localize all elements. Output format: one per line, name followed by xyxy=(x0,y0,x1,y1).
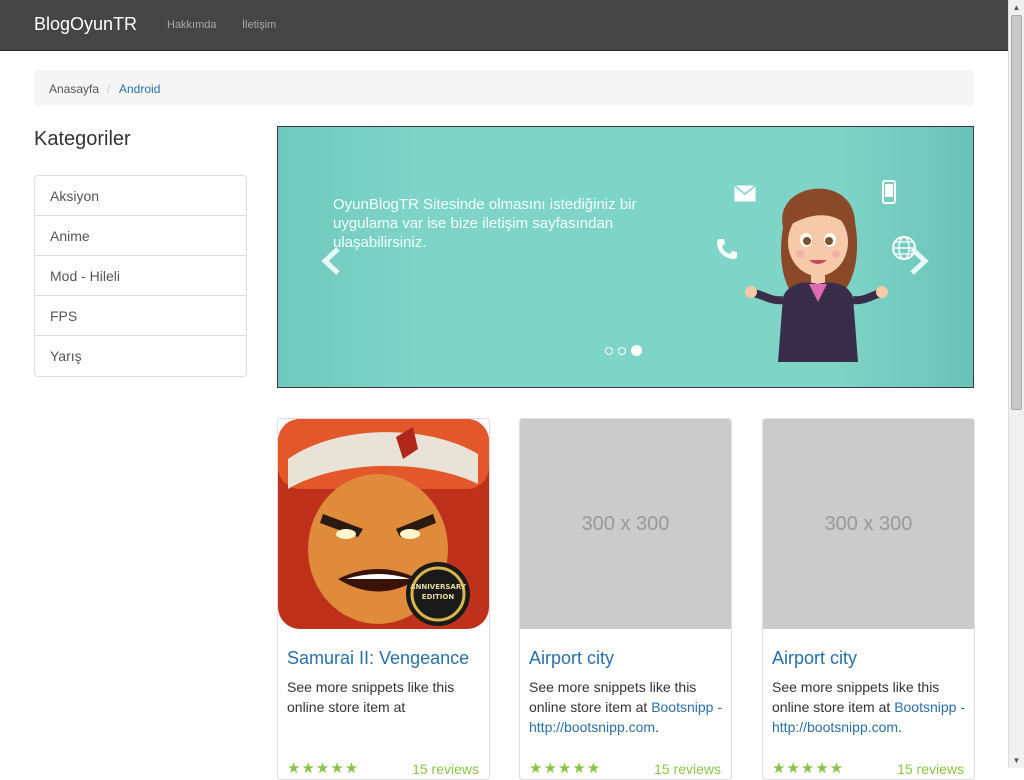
sidebar-title: Kategoriler xyxy=(34,128,131,150)
category-item-yaris[interactable]: Yarış xyxy=(35,336,246,376)
breadcrumb-home-link[interactable]: Anasayfa xyxy=(49,82,99,96)
category-item-mod-hileli[interactable]: Mod - Hileli xyxy=(35,256,246,296)
product-image[interactable]: ANNIVERSARY EDITION xyxy=(278,419,489,629)
banner-carousel[interactable]: OyunBlogTR Sitesinde olmasını istediğini… xyxy=(277,126,974,388)
product-card: 300 x 300 Airport city See more snippets… xyxy=(519,418,732,780)
brand-logo-link[interactable]: BlogOyunTR xyxy=(34,14,137,35)
phone-handset-icon xyxy=(717,239,737,259)
star-rating-icon: ★★★★★ xyxy=(529,760,602,777)
carousel-prev-icon[interactable] xyxy=(320,247,342,281)
support-woman-illustration xyxy=(745,188,888,362)
anniversary-badge-line2: EDITION xyxy=(422,593,455,601)
product-description: See more snippets like this online store… xyxy=(529,679,723,735)
star-rating-icon: ★★★★★ xyxy=(287,760,360,777)
product-image-placeholder[interactable]: 300 x 300 xyxy=(520,419,731,629)
category-item-anime[interactable]: Anime xyxy=(35,216,246,256)
scrollbar-thumb[interactable] xyxy=(1011,15,1022,410)
product-title[interactable]: Airport city xyxy=(529,648,614,669)
carousel-indicator-1[interactable] xyxy=(605,347,613,355)
nav-link-about[interactable]: Hakkımda xyxy=(167,19,217,31)
carousel-indicators xyxy=(605,342,647,360)
scroll-up-arrow-icon[interactable]: ▲ xyxy=(1011,2,1022,13)
star-rating-icon: ★★★★★ xyxy=(772,760,845,777)
product-card: ANNIVERSARY EDITION Samurai II: Vengeanc… xyxy=(277,418,490,780)
vertical-scrollbar[interactable]: ▲ ▼ xyxy=(1008,0,1024,768)
carousel-indicator-2[interactable] xyxy=(618,347,626,355)
breadcrumb-current[interactable]: Android xyxy=(119,82,160,96)
carousel-caption: OyunBlogTR Sitesinde olmasını istediğini… xyxy=(333,196,637,251)
review-count[interactable]: 15 reviews xyxy=(412,761,479,777)
carousel-next-icon[interactable] xyxy=(908,247,930,281)
category-item-fps[interactable]: FPS xyxy=(35,296,246,336)
carousel-indicator-3[interactable] xyxy=(631,345,642,356)
breadcrumb: Anasayfa / Android xyxy=(34,70,974,105)
scroll-down-arrow-icon[interactable]: ▼ xyxy=(1011,755,1022,766)
anniversary-badge-line1: ANNIVERSARY xyxy=(410,583,467,591)
breadcrumb-separator: / xyxy=(107,82,111,96)
category-item-aksiyon[interactable]: Aksiyon xyxy=(35,176,246,216)
top-navbar: BlogOyunTR Hakkımda İletişim xyxy=(0,0,1008,51)
product-desc-text: See more snippets like this online store… xyxy=(287,679,455,715)
product-image-placeholder[interactable]: 300 x 300 xyxy=(763,419,974,629)
review-count[interactable]: 15 reviews xyxy=(654,761,721,777)
samurai-game-art: ANNIVERSARY EDITION xyxy=(278,419,489,629)
product-card: 300 x 300 Airport city See more snippets… xyxy=(762,418,975,780)
nav-link-contact[interactable]: İletişim xyxy=(242,19,276,31)
product-title[interactable]: Airport city xyxy=(772,648,857,669)
product-description: See more snippets like this online store… xyxy=(287,677,482,717)
review-count[interactable]: 15 reviews xyxy=(897,761,964,777)
category-list: Aksiyon Anime Mod - Hileli FPS Yarış xyxy=(34,175,247,377)
product-description: See more snippets like this online store… xyxy=(772,679,966,735)
product-title[interactable]: Samurai II: Vengeance xyxy=(287,648,469,669)
